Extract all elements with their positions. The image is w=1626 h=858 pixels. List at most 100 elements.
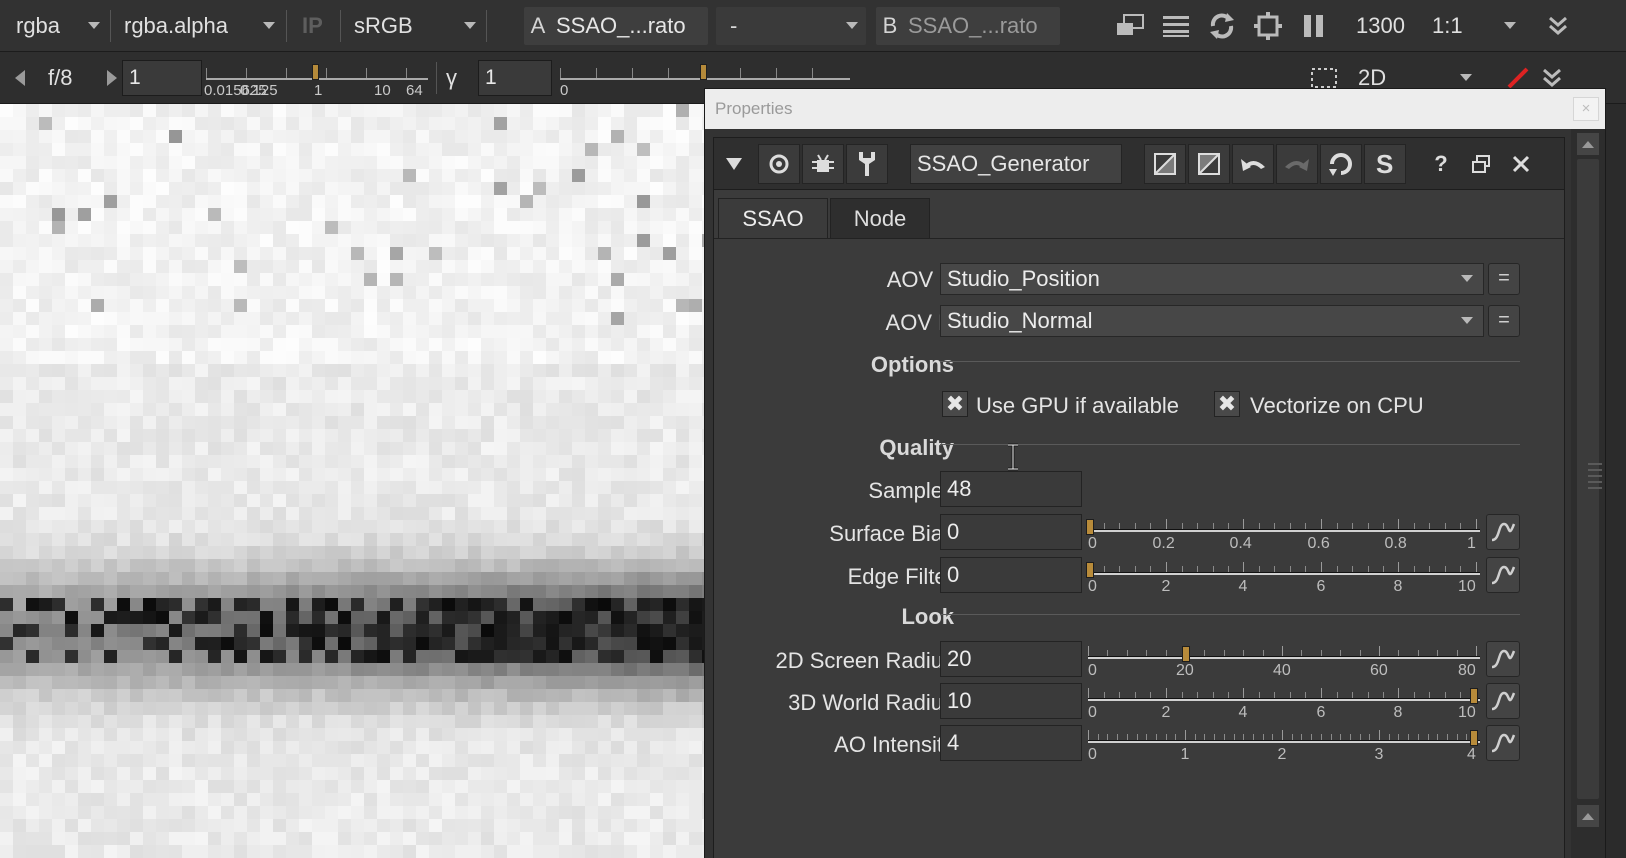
revert-button[interactable] [1320, 144, 1362, 184]
expand-toolbar-button[interactable] [1540, 8, 1576, 44]
viewer-node-button[interactable] [758, 144, 800, 184]
alpha-channel-dropdown[interactable]: rgba.alpha [124, 0, 228, 52]
world-radius-slider[interactable]: 0 2 4 6 8 10 [1088, 684, 1480, 728]
pause-button[interactable] [1296, 8, 1332, 44]
slider-tick-label: 0.6 [1307, 535, 1330, 552]
slider-tick [1398, 562, 1399, 572]
gain-slider[interactable]: 0.015625 0.125 1 10 64 [204, 62, 428, 99]
slider-tick [1197, 523, 1198, 529]
collapse-panel-button[interactable] [714, 144, 754, 184]
aov-n-dropdown[interactable]: Studio_Normal [940, 305, 1484, 337]
close-panel-button[interactable] [1504, 144, 1538, 184]
fstop-decrease-button[interactable] [6, 60, 34, 96]
node-name-field[interactable]: SSAO_Generator [910, 144, 1122, 184]
samples-value: 48 [947, 476, 972, 501]
vectorize-cpu-label: Vectorize on CPU [1250, 393, 1424, 418]
slider-knob[interactable] [1470, 730, 1478, 746]
slider-tick [1259, 692, 1260, 698]
slider-tick [1379, 730, 1380, 740]
edge-filter-slider[interactable]: 0 2 4 6 8 10 [1086, 558, 1480, 602]
input-node-button[interactable] [802, 144, 844, 184]
reset-color-button[interactable] [1144, 144, 1186, 184]
tab-ssao[interactable]: SSAO [718, 198, 828, 238]
gamma-slider-knob[interactable] [700, 64, 707, 80]
slider-tick [1135, 523, 1136, 529]
aov-p-dropdown[interactable]: Studio_Position [940, 263, 1484, 295]
input-process-toggle[interactable]: IP [302, 0, 323, 52]
channels-dropdown[interactable]: rgba [16, 0, 60, 52]
lines-button[interactable] [1158, 8, 1194, 44]
slider-knob[interactable] [1470, 688, 1478, 704]
ssao-tab-content: AOV P Studio_Position = AOV N Studio_Nor… [714, 238, 1564, 858]
world-radius-animation-button[interactable] [1486, 683, 1520, 719]
samples-input[interactable]: 48 [940, 471, 1082, 507]
use-gpu-checkbox[interactable]: ✖ [942, 391, 968, 417]
float-panel-button[interactable] [1464, 144, 1498, 184]
slider-tick [1466, 734, 1467, 740]
aov-n-link-button[interactable]: = [1488, 305, 1520, 337]
wipe-mode-dropdown[interactable]: - [716, 7, 866, 45]
slider-knob[interactable] [1086, 519, 1094, 535]
edge-filter-animation-button[interactable] [1486, 557, 1520, 593]
gamma-input[interactable]: 1 [478, 60, 552, 96]
properties-title-bar[interactable]: Properties [705, 89, 1605, 129]
help-button[interactable]: ? [1424, 144, 1458, 184]
use-gpu-label: Use GPU if available [976, 393, 1179, 418]
input-a-selector[interactable]: A SSAO_...rato [524, 7, 708, 45]
ao-intensity-slider[interactable]: 0 1 2 3 4 [1088, 726, 1480, 770]
ao-intensity-input[interactable]: 4 [940, 725, 1082, 761]
scroll-track[interactable] [1577, 159, 1602, 799]
ao-intensity-animation-button[interactable] [1486, 725, 1520, 761]
undo-button[interactable] [1232, 144, 1274, 184]
slider-tick [406, 68, 407, 78]
slider-rail [1088, 572, 1480, 575]
scroll-grip [1588, 487, 1602, 489]
properties-body: SSAO_Generator S ? SSAO Node AOV P Studi… [705, 129, 1571, 858]
slider-tick-label: 2 [1161, 704, 1171, 721]
slider-tick [1263, 734, 1264, 740]
slider-tick [1321, 519, 1322, 529]
edge-filter-input[interactable]: 0 [940, 557, 1082, 593]
help-icon: ? [1434, 151, 1448, 176]
aov-p-link-button[interactable]: = [1488, 263, 1520, 295]
monitor-out-button[interactable] [1112, 8, 1148, 44]
revert-icon [1329, 153, 1352, 176]
slider-tick [812, 68, 813, 78]
slider-tick [1166, 562, 1167, 572]
tab-node[interactable]: Node [830, 198, 930, 238]
frame-field[interactable]: 1300 [1356, 0, 1405, 52]
screen-radius-animation-button[interactable] [1486, 641, 1520, 677]
slider-rail [1088, 740, 1480, 743]
world-radius-input[interactable]: 10 [940, 683, 1082, 719]
window-close-button[interactable]: × [1573, 97, 1599, 121]
screen-radius-slider[interactable]: 0 20 40 60 80 [1088, 642, 1480, 686]
viewer-image[interactable] [0, 104, 705, 858]
zoom-dropdown[interactable]: 1:1 [1432, 0, 1463, 52]
input-b-selector[interactable]: B SSAO_...rato [876, 7, 1060, 45]
gain-slider-knob[interactable] [312, 64, 319, 80]
surface-bias-slider[interactable]: 0 0.2 0.4 0.6 0.8 1 [1086, 515, 1480, 559]
scroll-down-button[interactable] [1577, 805, 1599, 827]
script-button[interactable]: S [1364, 144, 1406, 184]
gain-input[interactable]: 1 [122, 60, 202, 96]
options-heading: Options [870, 352, 954, 377]
slider-tick [246, 68, 247, 78]
roi-button[interactable] [1250, 8, 1286, 44]
slider-knob[interactable] [1182, 646, 1190, 662]
slider-knob[interactable] [1086, 562, 1094, 578]
slider-tick [1243, 519, 1244, 529]
node-settings-button[interactable] [846, 144, 888, 184]
surface-bias-animation-button[interactable] [1486, 514, 1520, 550]
refresh-button[interactable] [1204, 8, 1240, 44]
properties-scrollbar[interactable] [1571, 129, 1605, 858]
redo-button[interactable] [1276, 144, 1318, 184]
vectorize-cpu-checkbox[interactable]: ✖ [1214, 391, 1240, 417]
scroll-up-button[interactable] [1577, 133, 1599, 155]
colorspace-dropdown[interactable]: sRGB [354, 0, 413, 52]
slider-tick [1137, 734, 1138, 740]
slider-tick [1301, 650, 1302, 656]
slider-tick [1228, 566, 1229, 572]
reset-color-alt-button[interactable] [1188, 144, 1230, 184]
surface-bias-input[interactable]: 0 [940, 514, 1082, 550]
screen-radius-input[interactable]: 20 [940, 641, 1082, 677]
